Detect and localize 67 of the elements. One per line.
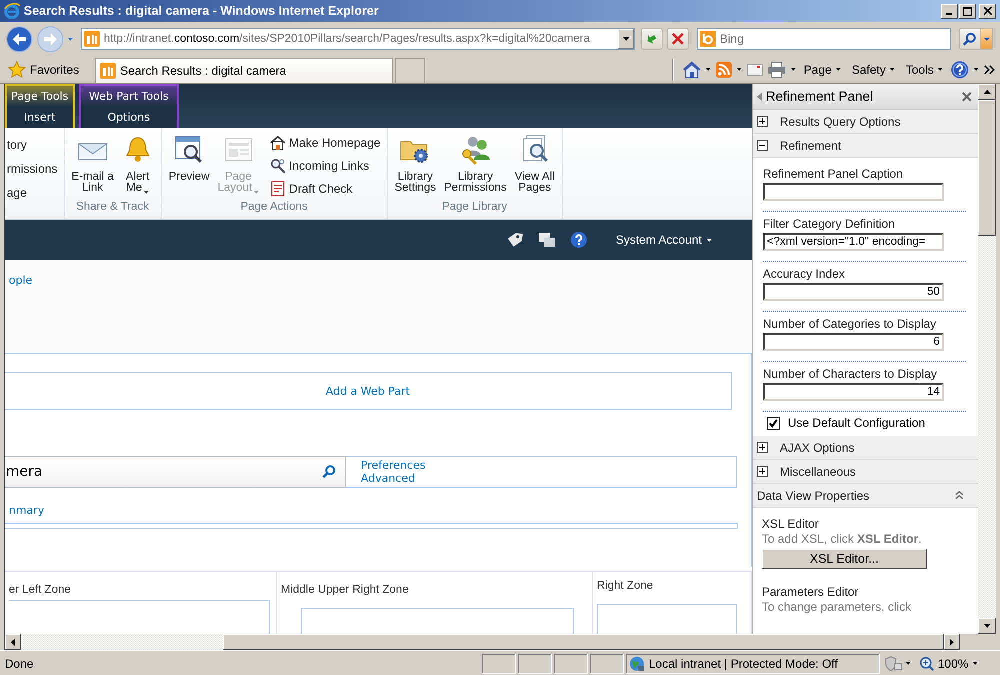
zone-title: Middle Upper Right Zone [281,584,410,596]
ribbon-tab[interactable]: Options [81,106,177,128]
user-menu[interactable]: System Account [616,233,712,247]
field-label: Refinement Panel Caption [763,167,904,181]
section-header[interactable]: Results Query Options [753,110,978,134]
section-header[interactable]: Refinement [753,134,978,158]
search-link[interactable]: Preferences [361,459,736,472]
menu-button[interactable]: Tools [902,62,946,76]
add-web-part-link[interactable]: Add a Web Part [5,372,732,410]
field-label: Number of Categories to Display [763,317,938,331]
nav-link[interactable]: ople [9,274,33,287]
input-field[interactable]: 6 [763,333,944,351]
hint-text: To change parameters, click [762,600,912,614]
zone-title: Right Zone [597,580,654,592]
ribbon-button[interactable]: Draft Check [268,180,383,197]
ribbon-button[interactable]: Preview [166,134,213,201]
menu-button[interactable]: Safety [848,62,898,76]
section-title: Data View Properties [757,488,870,502]
ribbon-button[interactable]: Library Settings [392,134,440,201]
window-title: Search Results : digital camera - Windows Internet Explorer [24,4,380,18]
zoom-button[interactable]: 100% [916,654,996,674]
tab-group-label: Web Part Tools [88,88,170,104]
section-title: Results Query Options [780,114,901,128]
zone-text: Local intranet | Protected Mode: Off [649,656,838,670]
ribbon-button[interactable]: rmissions [5,160,60,177]
section-title: Miscellaneous [780,464,856,478]
input-field[interactable]: 14 [763,383,944,401]
group-label: Page Actions [240,201,309,215]
section-title: AJAX Options [780,440,855,454]
tab-group-label: Page Tools [10,88,70,104]
search-link[interactable]: Advanced [361,472,736,485]
ribbon-button[interactable]: Make Homepage [268,134,383,151]
field-label: Accuracy Index [763,267,846,281]
field-label: Number of Characters to Display [763,367,938,381]
search-field[interactable]: mera [5,456,346,488]
input-field[interactable]: 50 [763,283,944,301]
zone-title: er Left Zone [9,584,72,596]
section-header[interactable]: Data View Properties [753,484,978,508]
summary-link[interactable]: nmary [9,504,44,517]
search-field[interactable]: Bing [697,28,951,50]
xsl-editor-button[interactable]: XSL Editor... [762,549,927,569]
ribbon-button[interactable]: tory [5,136,60,153]
editor-title: XSL Editor [762,517,820,531]
input-field[interactable]: <?xml version="1.0" encoding= [763,233,944,251]
ribbon-button[interactable]: age [5,184,60,201]
ribbon-button[interactable]: E-mail a Link [68,134,117,201]
browser-tab[interactable]: Search Results : digital camera [95,58,394,83]
hint-text: To add XSL, click XSL Editor. [762,532,923,546]
field-label: Filter Category Definition [763,217,896,231]
group-label: Page Library [441,201,508,215]
checkbox-label: Use Default Configuration [788,416,926,430]
favorites-button[interactable]: Favorites [8,57,80,83]
ribbon-button[interactable]: Library Permissions [441,134,510,201]
ribbon-button[interactable]: Alert Me [118,134,157,201]
url-text: http://intranet.contoso.com/sites/SP2010Pillars/search/Pages/results.aspx?k=digital%20camera [104,33,592,45]
section-header[interactable]: AJAX Options [753,436,978,460]
section-header[interactable]: Miscellaneous [753,460,978,484]
status-text: Done [4,656,35,670]
editor-title: Parameters Editor [762,585,860,599]
panel-title: Refinement Panel [766,89,874,104]
address-field[interactable]: http://intranet.contoso.com/sites/SP2010Pillars/search/Pages/results.aspx?k=digital%20camera [81,28,635,50]
ribbon-button[interactable]: Incoming Links [268,157,383,174]
menu-button[interactable]: Page [800,62,844,76]
section-title: Refinement [780,138,842,152]
ribbon-button[interactable]: View All Pages [512,134,558,201]
ribbon-tab[interactable]: Insert [7,106,73,128]
group-label: Share & Track [75,201,150,215]
